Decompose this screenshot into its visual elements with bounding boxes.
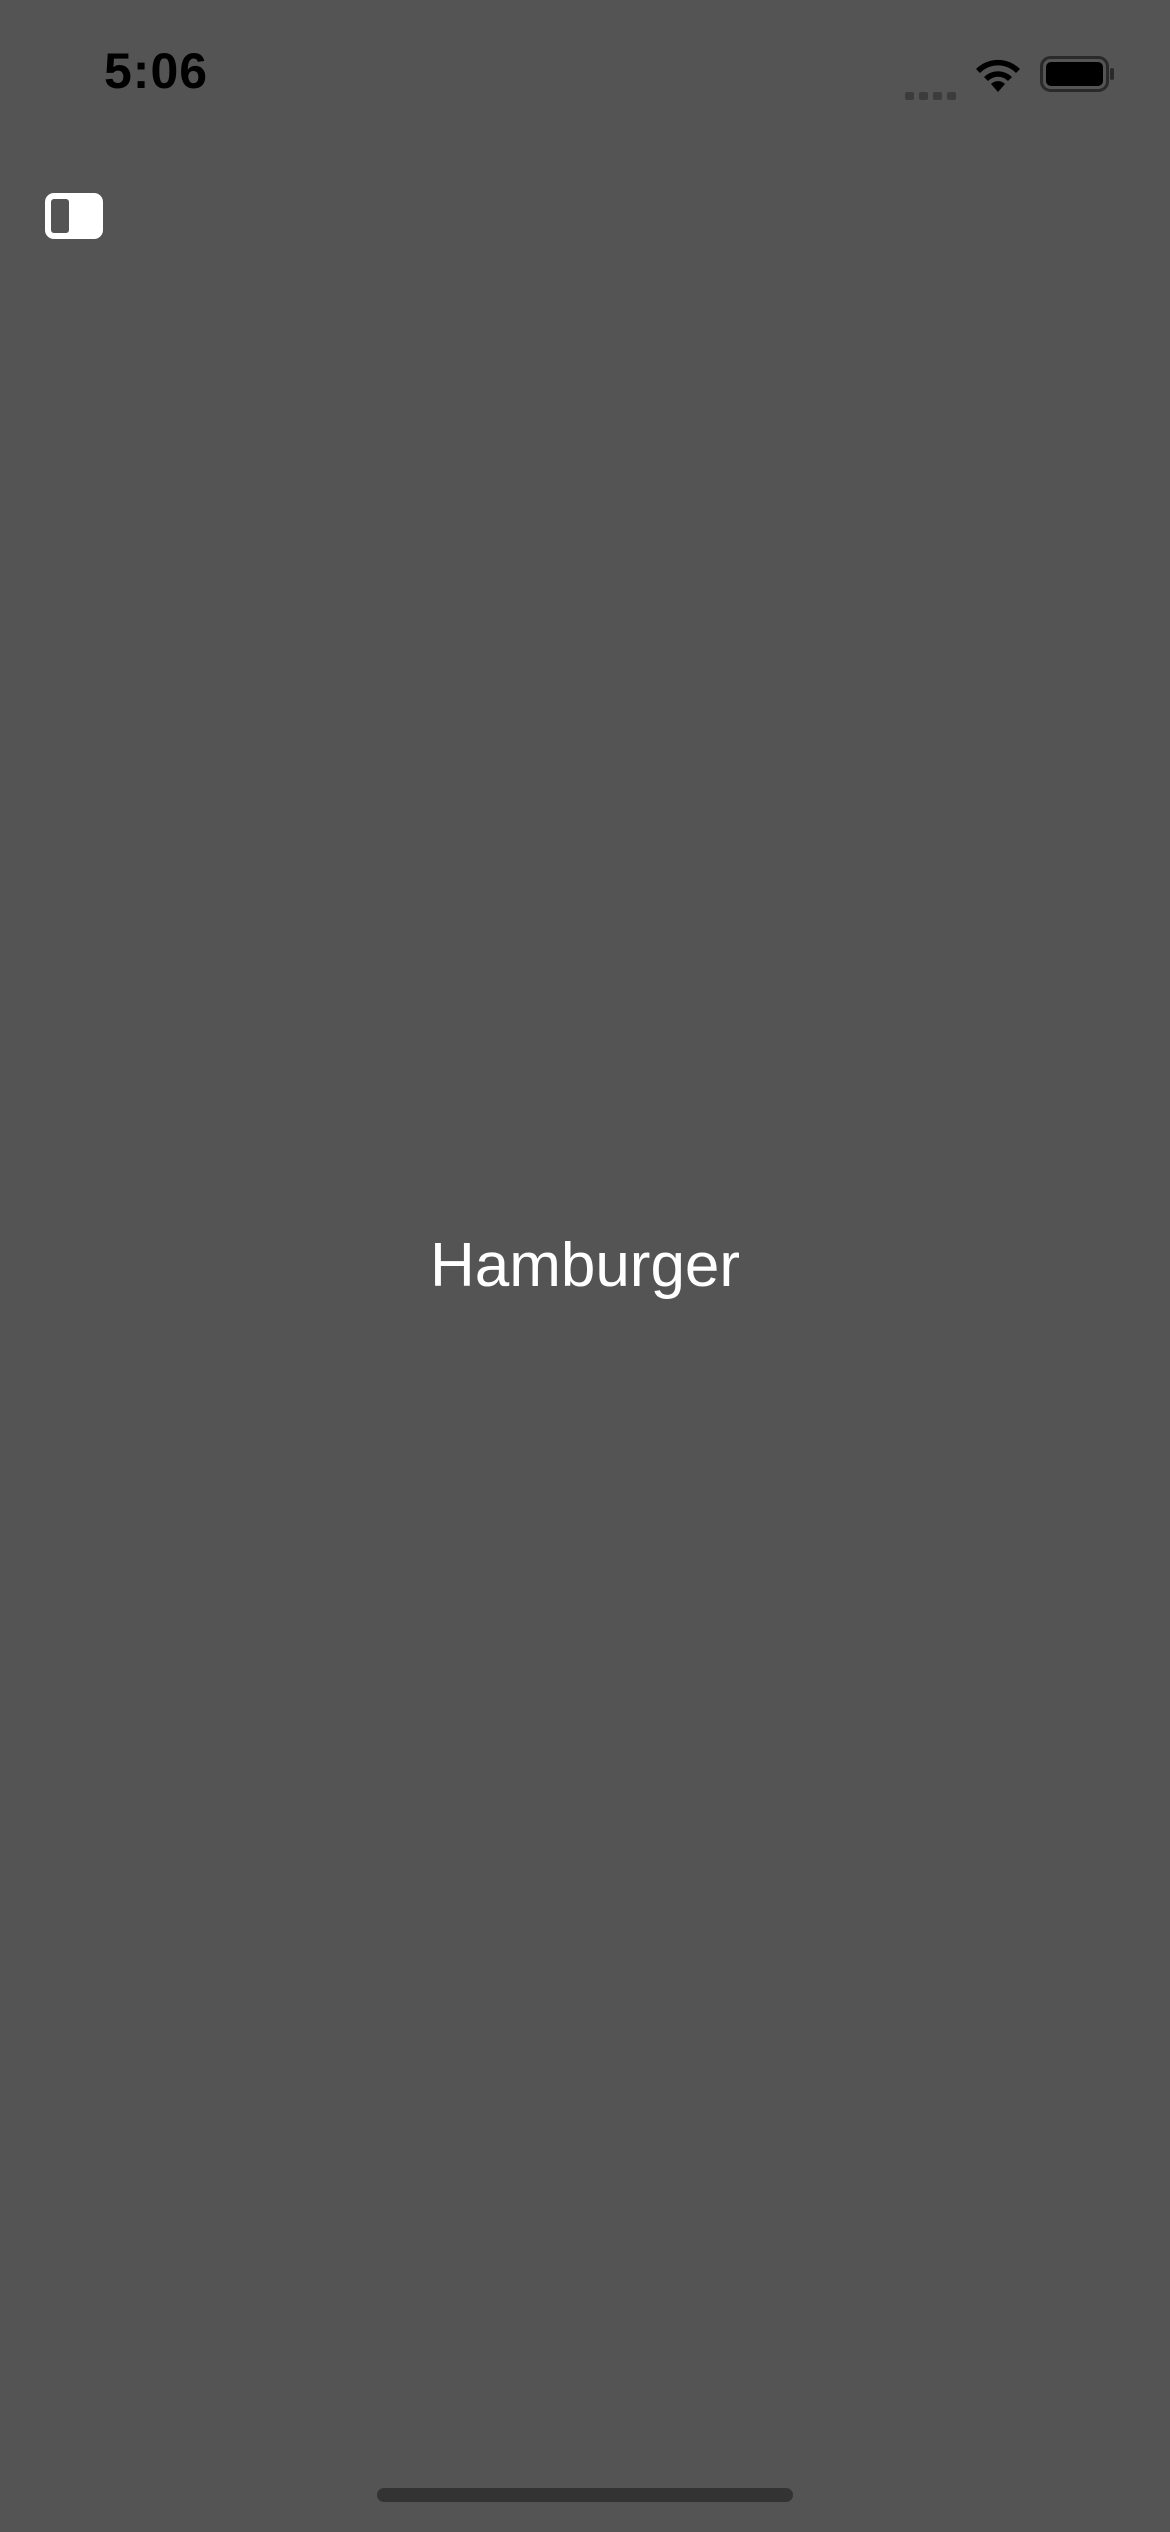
sidebar-toggle-button[interactable] <box>44 192 104 240</box>
sidebar-toggle-icon <box>45 193 103 239</box>
battery-icon <box>1040 55 1116 93</box>
signal-icon <box>905 70 956 100</box>
app-screen: 5:06 Hamburger <box>0 0 1170 2532</box>
home-indicator[interactable] <box>377 2488 793 2502</box>
status-bar: 5:06 <box>0 0 1170 150</box>
status-time: 5:06 <box>104 43 209 99</box>
wifi-icon <box>972 54 1024 94</box>
page-title: Hamburger <box>429 1231 741 1300</box>
status-icons <box>905 52 1116 100</box>
